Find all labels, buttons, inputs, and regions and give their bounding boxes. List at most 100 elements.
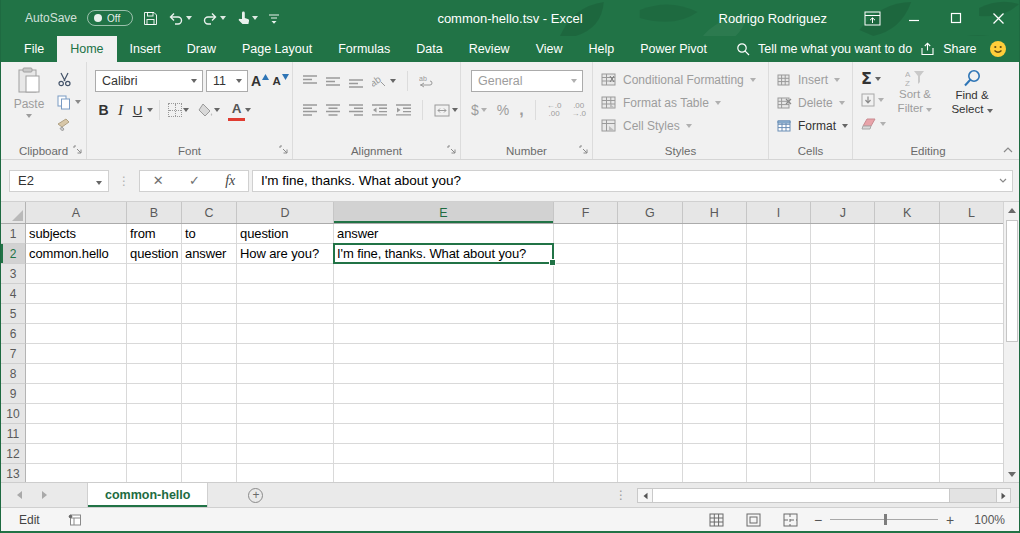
format-cells-button[interactable]: Format (777, 114, 848, 137)
cell-J11[interactable] (811, 424, 875, 444)
cell-J2[interactable] (811, 244, 875, 264)
cell-L13[interactable] (940, 464, 1003, 482)
cell-J9[interactable] (811, 384, 875, 404)
cell-H7[interactable] (683, 344, 747, 364)
column-header-F[interactable]: F (554, 202, 618, 223)
cell-B6[interactable] (127, 324, 182, 344)
cell-F1[interactable] (554, 224, 618, 244)
cell-K13[interactable] (875, 464, 939, 482)
sheet-tab-common-hello[interactable]: common-hello (87, 483, 208, 507)
cell-I3[interactable] (747, 264, 811, 284)
cell-I13[interactable] (747, 464, 811, 482)
cell-styles-button[interactable]: Cell Styles (601, 114, 756, 137)
cell-L7[interactable] (940, 344, 1003, 364)
column-header-C[interactable]: C (182, 202, 237, 223)
cell-F9[interactable] (554, 384, 618, 404)
cell-B4[interactable] (127, 284, 182, 304)
orientation-dropdown-icon[interactable] (390, 79, 396, 83)
cell-G3[interactable] (618, 264, 682, 284)
autosum-button[interactable]: Σ (861, 69, 881, 88)
cell-J6[interactable] (811, 324, 875, 344)
cell-H13[interactable] (683, 464, 747, 482)
column-header-D[interactable]: D (237, 202, 334, 223)
cell-H12[interactable] (683, 444, 747, 464)
cell-D10[interactable] (237, 404, 334, 424)
cell-J4[interactable] (811, 284, 875, 304)
touch-mode-dropdown-icon[interactable] (252, 16, 258, 20)
horizontal-scroll-thumb[interactable] (652, 489, 950, 502)
tab-insert[interactable]: Insert (117, 36, 174, 62)
cell-E6[interactable] (334, 324, 554, 344)
cell-E2[interactable]: I'm fine, thanks. What about you? (334, 244, 554, 264)
cell-K8[interactable] (875, 364, 939, 384)
tab-draw[interactable]: Draw (174, 36, 229, 62)
cell-H3[interactable] (683, 264, 747, 284)
format-as-table-button[interactable]: Format as Table (601, 91, 756, 114)
cancel-icon[interactable]: ✕ (153, 173, 164, 188)
tab-data[interactable]: Data (403, 36, 455, 62)
cell-D12[interactable] (237, 444, 334, 464)
cell-G5[interactable] (618, 304, 682, 324)
cell-K1[interactable] (875, 224, 939, 244)
ribbon-display-options-button[interactable] (851, 0, 893, 36)
cell-K4[interactable] (875, 284, 939, 304)
percent-style-button[interactable]: % (497, 102, 509, 118)
user-name[interactable]: Rodrigo Rodriguez (719, 11, 827, 26)
cell-B12[interactable] (127, 444, 182, 464)
cell-F5[interactable] (554, 304, 618, 324)
borders-dropdown-icon[interactable] (183, 108, 189, 112)
zoom-in-button[interactable]: + (946, 512, 954, 528)
cell-E8[interactable] (334, 364, 554, 384)
page-layout-view-button[interactable] (746, 513, 761, 527)
cell-G7[interactable] (618, 344, 682, 364)
minimize-button[interactable] (893, 0, 935, 36)
cell-C3[interactable] (182, 264, 237, 284)
column-header-A[interactable]: A (26, 202, 127, 223)
cell-E11[interactable] (334, 424, 554, 444)
cell-A3[interactable] (26, 264, 127, 284)
cell-L9[interactable] (940, 384, 1003, 404)
delete-cells-button[interactable]: Delete (777, 91, 848, 114)
touch-mode-button[interactable] (236, 10, 258, 26)
scroll-left-button[interactable] (638, 489, 652, 502)
cell-L11[interactable] (940, 424, 1003, 444)
tab-formulas[interactable]: Formulas (325, 36, 403, 62)
cell-G13[interactable] (618, 464, 682, 482)
cell-E1[interactable]: answer (334, 224, 554, 244)
cell-D3[interactable] (237, 264, 334, 284)
horizontal-scrollbar[interactable] (637, 488, 1011, 503)
next-sheet-icon[interactable] (42, 491, 47, 499)
underline-dropdown-icon[interactable] (147, 108, 153, 112)
merge-center-dropdown-icon[interactable] (452, 108, 458, 112)
cell-H2[interactable] (683, 244, 747, 264)
cell-J3[interactable] (811, 264, 875, 284)
cell-A8[interactable] (26, 364, 127, 384)
select-all-button[interactable] (1, 202, 26, 223)
font-color-button[interactable]: A (228, 99, 245, 121)
cell-C7[interactable] (182, 344, 237, 364)
cell-K11[interactable] (875, 424, 939, 444)
cell-B8[interactable] (127, 364, 182, 384)
insert-function-icon[interactable]: fx (225, 173, 235, 189)
cell-G8[interactable] (618, 364, 682, 384)
column-header-K[interactable]: K (875, 202, 939, 223)
zoom-slider-handle[interactable] (884, 514, 887, 525)
cell-C13[interactable] (182, 464, 237, 482)
font-color-dropdown-icon[interactable] (245, 108, 251, 112)
cell-A11[interactable] (26, 424, 127, 444)
paste-dropdown-icon[interactable] (26, 114, 32, 118)
cell-H6[interactable] (683, 324, 747, 344)
cell-B9[interactable] (127, 384, 182, 404)
cell-E10[interactable] (334, 404, 554, 424)
cell-K2[interactable] (875, 244, 939, 264)
merge-center-button[interactable] (434, 104, 458, 117)
cell-H11[interactable] (683, 424, 747, 444)
name-box-dropdown-icon[interactable] (96, 181, 102, 185)
save-button[interactable] (143, 11, 158, 26)
cell-I8[interactable] (747, 364, 811, 384)
insert-cells-button[interactable]: Insert (777, 68, 848, 91)
column-header-G[interactable]: G (618, 202, 682, 223)
shrink-font-button[interactable]: A (272, 70, 289, 92)
cell-J12[interactable] (811, 444, 875, 464)
row-header-8[interactable]: 8 (1, 364, 26, 384)
